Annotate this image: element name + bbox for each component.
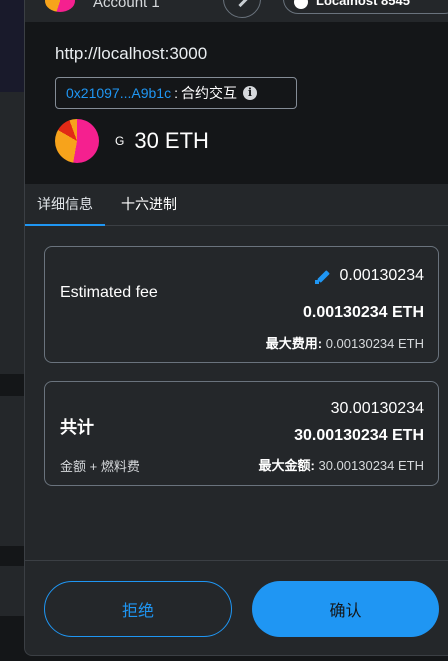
estimated-fee-label: Estimated fee: [60, 284, 158, 301]
asset-symbol-letter: G: [115, 134, 125, 148]
total-primary-value: 30.00130234 ETH: [294, 427, 424, 444]
total-card: 共计 金额 + 燃料费 30.00130234 30.00130234 ETH …: [44, 381, 439, 486]
total-sub-label: 金额 + 燃料费: [60, 459, 140, 474]
reject-button[interactable]: 拒绝: [44, 581, 232, 637]
asset-amount: 30 ETH: [134, 128, 209, 153]
asset-summary: G 30 ETH: [55, 119, 209, 163]
tab-details[interactable]: 详细信息: [25, 184, 105, 226]
network-selector[interactable]: Localhost 8545: [283, 0, 448, 14]
contract-address[interactable]: 0x21097...A9b1c: [66, 85, 171, 101]
max-amount-row: 最大金额: 30.00130234 ETH: [259, 455, 425, 474]
estimated-fee-card: Estimated fee 0.00130234 0.00130234 ETH …: [44, 246, 439, 363]
pencil-icon: [238, 0, 248, 8]
account-avatar[interactable]: [45, 0, 75, 12]
max-amount-value: 30.00130234 ETH: [318, 458, 424, 473]
background-page-fragment: [0, 0, 24, 92]
edit-icon[interactable]: [315, 268, 331, 284]
network-label: Localhost 8545: [316, 0, 410, 8]
max-fee-row: 最大费用: 0.00130234 ETH: [266, 333, 424, 352]
max-fee-label: 最大费用:: [265, 336, 323, 351]
background-page-fragment: [0, 566, 24, 616]
total-secondary-value: 30.00130234: [330, 400, 424, 417]
account-name[interactable]: Account 1: [93, 0, 160, 11]
tab-bar: 详细信息 十六进制: [25, 184, 448, 226]
tab-hex[interactable]: 十六进制: [111, 184, 187, 226]
max-amount-label: 最大金额:: [258, 458, 315, 473]
fee-secondary-value: 0.00130234: [339, 267, 424, 284]
background-page-fragment: [0, 92, 24, 374]
asset-avatar: [55, 119, 99, 163]
fee-secondary-row: 0.00130234: [315, 267, 424, 285]
confirm-transaction-popup: Account 1 Localhost 8545 http://localhos…: [24, 0, 448, 656]
max-fee-value: 0.00130234 ETH: [325, 336, 424, 351]
info-icon[interactable]: i: [242, 86, 257, 100]
footer-divider: [25, 560, 448, 561]
contract-interaction-pill[interactable]: 0x21097...A9b1c : 合约交互 i: [55, 77, 297, 109]
confirm-button[interactable]: 确认: [252, 581, 439, 637]
edit-account-button[interactable]: [223, 0, 261, 18]
origin-url: http://localhost:3000: [55, 44, 208, 63]
transaction-header: http://localhost:3000 0x21097...A9b1c : …: [25, 22, 448, 184]
contract-interaction-label: 合约交互: [180, 85, 237, 101]
background-page-fragment: [0, 396, 24, 546]
fee-primary-value: 0.00130234 ETH: [303, 304, 424, 321]
contract-separator: :: [174, 85, 178, 101]
total-label: 共计: [60, 418, 94, 437]
network-status-icon: [294, 0, 308, 9]
account-bar: Account 1 Localhost 8545: [25, 0, 448, 22]
